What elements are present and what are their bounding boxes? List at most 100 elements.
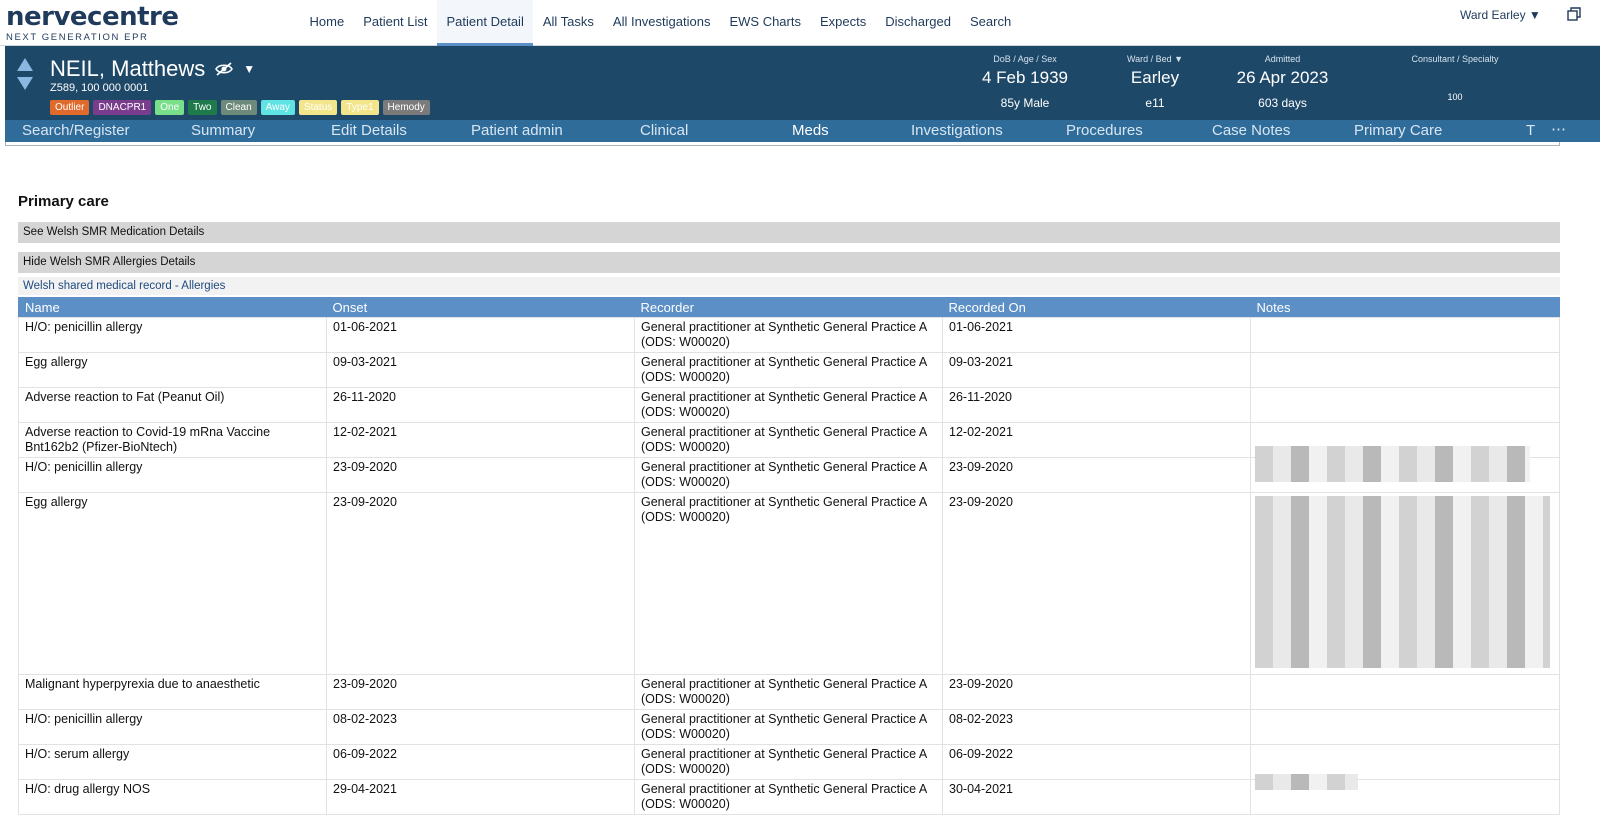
- consultant-column: Consultant / Specialty 100: [1395, 54, 1515, 102]
- status-badge-outlier[interactable]: Outlier: [50, 100, 90, 115]
- brand-name: nervecentre: [6, 2, 179, 32]
- cell-onset: 26-11-2020: [326, 387, 635, 423]
- column-header-onset[interactable]: Onset: [326, 297, 635, 318]
- tab-case-notes[interactable]: Case Notes: [1212, 122, 1290, 139]
- ward-label: Ward / Bed ▼: [1105, 54, 1205, 64]
- bed-value: e11: [1145, 96, 1165, 110]
- status-badge-one[interactable]: One: [155, 100, 185, 115]
- cell-notes: [1250, 352, 1560, 388]
- nav-item-all-tasks[interactable]: All Tasks: [533, 0, 603, 46]
- cell-recorded-on: 23-09-2020: [942, 674, 1251, 710]
- redacted-notes-block: [1255, 446, 1530, 482]
- redacted-notes-block: [1255, 774, 1358, 790]
- dob-label: DoB / Age / Sex: [993, 54, 1057, 64]
- status-badge-status[interactable]: Status: [298, 100, 338, 115]
- column-header-recorder[interactable]: Recorder: [634, 297, 943, 318]
- tab-edit-details[interactable]: Edit Details: [331, 122, 407, 139]
- nav-item-ews-charts[interactable]: EWS Charts: [720, 0, 811, 46]
- new-window-icon[interactable]: [1567, 7, 1581, 21]
- cell-recorded-on: 30-04-2021: [942, 779, 1251, 815]
- tab-patient-admin[interactable]: Patient admin: [471, 122, 563, 139]
- cell-onset: 12-02-2021: [326, 422, 635, 458]
- status-badge-two[interactable]: Two: [188, 100, 217, 115]
- admitted-label: Admitted: [1264, 54, 1301, 64]
- ward-column[interactable]: Ward / Bed ▼ Earley e11: [1105, 54, 1205, 110]
- cell-name: Adverse reaction to Fat (Peanut Oil): [18, 387, 327, 423]
- admitted-column: Admitted 26 Apr 2023 603 days: [1225, 54, 1340, 110]
- column-header-recorded-on[interactable]: Recorded On: [942, 297, 1251, 318]
- nav-item-patient-list[interactable]: Patient List: [354, 0, 437, 46]
- table-row[interactable]: H/O: penicillin allergy 01-06-2021 General…: [18, 317, 1560, 353]
- status-badge-clean[interactable]: Clean: [220, 100, 257, 115]
- cell-name: Adverse reaction to Covid-19 mRna Vaccin…: [18, 422, 327, 458]
- cell-onset: 23-09-2020: [326, 492, 635, 675]
- more-menu-icon[interactable]: ⋯: [1551, 120, 1566, 138]
- tab-meds[interactable]: Meds: [792, 122, 829, 139]
- tab-t[interactable]: T: [1526, 122, 1535, 139]
- tab-procedures[interactable]: Procedures: [1066, 122, 1143, 139]
- cell-name: H/O: penicillin allergy: [18, 457, 327, 493]
- patient-navigation: [17, 58, 35, 90]
- tab-search-register[interactable]: Search/Register: [22, 122, 130, 139]
- tab-clinical[interactable]: Clinical: [640, 122, 688, 139]
- patient-name-row: NEIL, Matthews ▼: [50, 56, 255, 82]
- cell-name: Egg allergy: [18, 352, 327, 388]
- tab-investigations[interactable]: Investigations: [911, 122, 1003, 139]
- tab-summary[interactable]: Summary: [191, 122, 255, 139]
- cell-recorded-on: 23-09-2020: [942, 457, 1251, 493]
- status-badge-hemody[interactable]: Hemody: [382, 100, 430, 115]
- cell-recorder: General practitioner at Synthetic Genera…: [634, 317, 943, 353]
- cell-name: Egg allergy: [18, 492, 327, 675]
- nav-item-all-investigations[interactable]: All Investigations: [603, 0, 720, 46]
- nav-item-search[interactable]: Search: [961, 0, 1021, 46]
- ward-chevron-down-icon[interactable]: ▼: [1174, 54, 1183, 64]
- table-header-row: Name Onset Recorder Recorded On Notes: [18, 297, 1560, 318]
- page-title: Primary care: [18, 193, 109, 210]
- column-header-name[interactable]: Name: [18, 297, 327, 318]
- admitted-days: 603 days: [1258, 96, 1307, 110]
- table-row[interactable]: Adverse reaction to Fat (Peanut Oil) 26-1…: [18, 387, 1560, 423]
- cell-notes: [1250, 317, 1560, 353]
- status-badge-away[interactable]: Away: [260, 100, 295, 115]
- brand-tagline: NEXT GENERATION EPR: [6, 32, 149, 43]
- cell-recorded-on: 23-09-2020: [942, 492, 1251, 675]
- hide-allergies-details-toggle[interactable]: Hide Welsh SMR Allergies Details: [18, 252, 1560, 273]
- column-header-notes[interactable]: Notes: [1250, 297, 1560, 318]
- patient-name[interactable]: NEIL, Matthews: [50, 56, 205, 82]
- table-row[interactable]: H/O: penicillin allergy 08-02-2023 General…: [18, 709, 1560, 745]
- cell-recorded-on: 01-06-2021: [942, 317, 1251, 353]
- cell-recorded-on: 06-09-2022: [942, 744, 1251, 780]
- previous-patient-icon[interactable]: [17, 58, 33, 71]
- patient-menu-chevron-down-icon[interactable]: ▼: [243, 62, 255, 76]
- next-patient-icon[interactable]: [17, 77, 33, 90]
- see-medication-details-toggle[interactable]: See Welsh SMR Medication Details: [18, 222, 1560, 243]
- nav-item-discharged[interactable]: Discharged: [876, 0, 961, 46]
- cell-onset: 01-06-2021: [326, 317, 635, 353]
- consultant-value: 100: [1447, 92, 1463, 102]
- cell-onset: 06-09-2022: [326, 744, 635, 780]
- cell-onset: 29-04-2021: [326, 779, 635, 815]
- cell-name: H/O: penicillin allergy: [18, 709, 327, 745]
- brand-logo[interactable]: nervecentre NEXT GENERATION EPR: [6, 4, 179, 43]
- cell-recorder: General practitioner at Synthetic Genera…: [634, 492, 943, 675]
- age-sex-value: 85y Male: [1000, 96, 1050, 110]
- admitted-value: 26 Apr 2023: [1236, 68, 1329, 87]
- patient-banner: NEIL, Matthews ▼ Z589, 100 000 0001 Outl…: [5, 46, 1600, 122]
- status-badge-dnacpr1[interactable]: DNACPR1: [93, 100, 152, 115]
- status-badge-type1[interactable]: Type1: [341, 100, 379, 115]
- redacted-notes-block: [1255, 496, 1550, 668]
- table-row[interactable]: Egg allergy 09-03-2021 General practitione…: [18, 352, 1560, 388]
- cell-recorder: General practitioner at Synthetic Genera…: [634, 457, 943, 493]
- nav-item-expects[interactable]: Expects: [810, 0, 875, 46]
- nav-item-patient-detail[interactable]: Patient Detail: [437, 0, 534, 46]
- ward-selector[interactable]: Ward Earley ▼: [1460, 8, 1541, 22]
- hidden-eye-icon[interactable]: [215, 62, 234, 76]
- table-row[interactable]: Malignant hyperpyrexia due to anaestheti…: [18, 674, 1560, 710]
- nav-item-home[interactable]: Home: [300, 0, 354, 46]
- cell-recorded-on: 08-02-2023: [942, 709, 1251, 745]
- cell-recorded-on: 12-02-2021: [942, 422, 1251, 458]
- cell-recorder: General practitioner at Synthetic Genera…: [634, 779, 943, 815]
- tab-primary-care[interactable]: Primary Care: [1354, 122, 1442, 139]
- top-nav: Home Patient List Patient Detail All Tasks A…: [300, 0, 1021, 46]
- cell-recorded-on: 26-11-2020: [942, 387, 1251, 423]
